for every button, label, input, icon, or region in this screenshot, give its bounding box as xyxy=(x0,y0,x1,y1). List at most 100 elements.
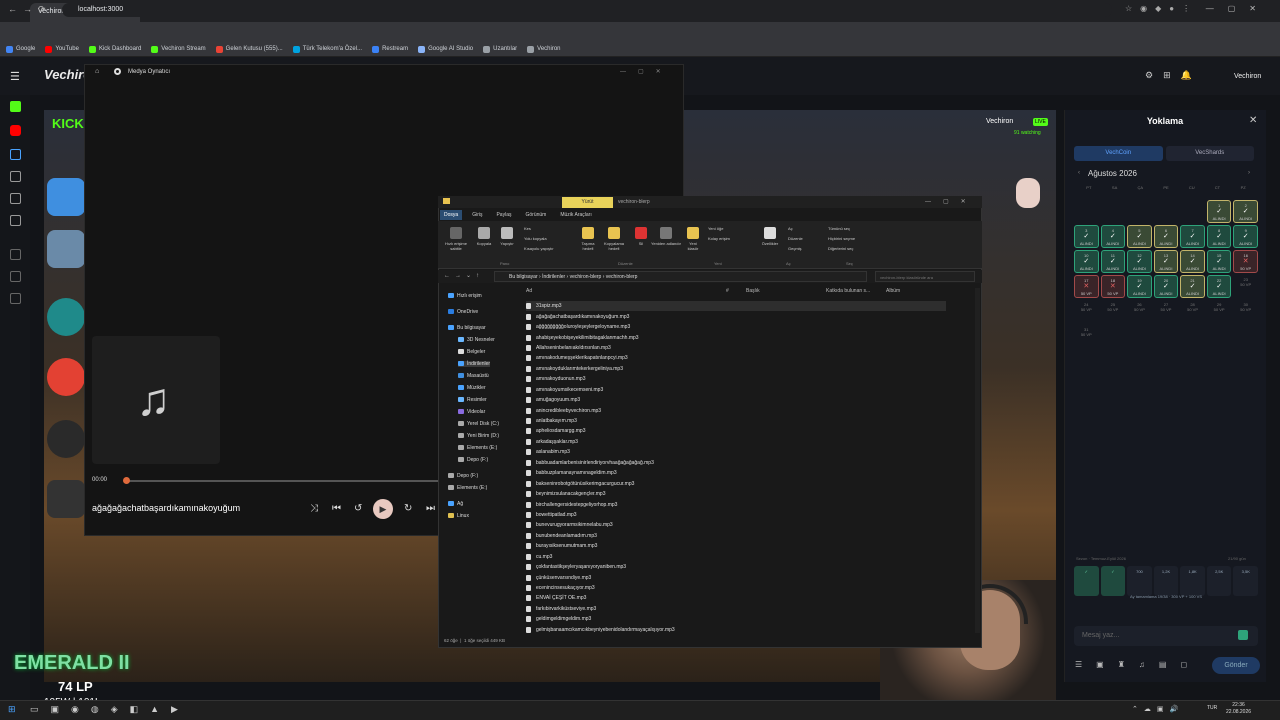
calendar-day[interactable]: 21 ✓ ALINDI xyxy=(1180,275,1205,298)
gift-icon[interactable] xyxy=(10,271,21,282)
nav-item[interactable]: Masaüstü xyxy=(458,373,489,379)
bookmark-item[interactable]: YouTube xyxy=(45,44,79,54)
music-tools-tab[interactable]: Yürüt xyxy=(562,197,613,208)
file-row[interactable]: aslanabim.mp3 xyxy=(526,447,946,457)
nav-item[interactable]: Elements (E:) xyxy=(448,485,487,491)
chat-tool-icons[interactable]: ☰▣♜♫▤◻ xyxy=(1075,660,1201,669)
nav-item[interactable]: Ağ xyxy=(448,501,463,507)
copy-path-button[interactable]: Yolu kopyala xyxy=(524,236,547,241)
nav-item[interactable]: Bu bilgisayar xyxy=(448,325,486,331)
calendar-day[interactable]: 1 ✓ ALINDI xyxy=(1206,200,1232,223)
chevron-left-icon[interactable]: ‹ xyxy=(1078,170,1080,176)
bookmark-item[interactable]: Kick Dashboard xyxy=(88,44,141,54)
menu-icon[interactable]: ☰ xyxy=(10,70,20,83)
nav-item[interactable]: Yerel Disk (C:) xyxy=(458,421,499,427)
header-icons[interactable]: ⚙⊞🔔 xyxy=(1145,70,1202,81)
calendar-day[interactable]: 5 ✓ ALINDI xyxy=(1127,225,1152,248)
user-name[interactable]: Vechiron xyxy=(1234,73,1261,80)
ribbon-tab-2[interactable]: Paylaş xyxy=(492,210,515,220)
file-row[interactable]: ağağağachatbaşardıkamınakoyuğum.mp3 xyxy=(526,311,946,321)
kick-icon[interactable] xyxy=(10,101,21,112)
calendar-day[interactable]: 30 50 VP xyxy=(1233,300,1258,323)
new-folder-button[interactable]: Yeni klasör xyxy=(684,227,702,251)
file-row[interactable]: çokfantastikşeyleryaşanıyoryaniben.mp3 xyxy=(526,562,946,572)
close-icon[interactable]: ✕ xyxy=(1249,115,1257,126)
calendar-day[interactable]: 13 ✓ ALINDI xyxy=(1153,250,1179,273)
file-row[interactable]: bowettipatlad.mp3 xyxy=(526,510,946,520)
breadcrumb-item[interactable]: vechiron-blerp xyxy=(606,274,638,280)
url-input[interactable]: localhost:3000 xyxy=(62,3,1112,17)
nav-item[interactable]: Linux xyxy=(448,513,469,519)
youtube-icon[interactable] xyxy=(10,125,21,136)
calendar-day[interactable]: 31 50 VP xyxy=(1074,325,1099,348)
ribbon-tab-4[interactable]: Müzik Araçları xyxy=(556,210,595,220)
rewind-icon[interactable]: ↺ xyxy=(354,503,362,514)
file-row[interactable]: anincredibleebyvechiron.mp3 xyxy=(526,405,946,415)
file-row[interactable]: arkadaşşaklar.mp3 xyxy=(526,437,946,447)
extension-icons[interactable]: ☆◉◆●⋮ xyxy=(1125,4,1198,13)
clock[interactable]: 22:36 22.08.2026 xyxy=(1226,702,1251,716)
calendar-day[interactable]: 6 ✓ ALINDI xyxy=(1153,225,1179,248)
calendar-day[interactable]: 9 ✓ ALINDI xyxy=(1233,225,1258,248)
calendar-day[interactable]: 19 ✓ ALINDI xyxy=(1127,275,1152,298)
monitor-icon[interactable] xyxy=(10,149,21,160)
tab-vechcoin[interactable]: VechCoin xyxy=(1074,146,1163,161)
breadcrumb-item[interactable]: Bu bilgisayar xyxy=(509,274,538,280)
file-row[interactable]: amınakoyumsikecemseni.mp3 xyxy=(526,385,946,395)
copy-button[interactable]: Kopyala xyxy=(474,227,494,246)
bookmark-item[interactable]: Google AI Studio xyxy=(418,44,473,54)
calendar-day[interactable]: 22 ✓ ALINDI xyxy=(1206,275,1232,298)
nav-item[interactable]: İndirilenler xyxy=(458,361,491,367)
bookmark-item[interactable]: Vechiron xyxy=(527,44,561,54)
calendar-day[interactable]: 3 ✓ ALINDI xyxy=(1074,225,1099,248)
history-button[interactable]: Geçmiş xyxy=(788,246,802,251)
file-row[interactable]: amuğagoyuum.mp3 xyxy=(526,395,946,405)
shop-icon[interactable] xyxy=(10,171,21,182)
nav-item[interactable]: Resimler xyxy=(458,397,487,403)
tab-vecshards[interactable]: VecShards xyxy=(1165,146,1254,161)
nav-item[interactable]: Videolar xyxy=(458,409,485,415)
file-row[interactable]: geldimgeldimgeldim.mp3 xyxy=(526,614,946,624)
bookmark-item[interactable]: Türk Telekom'a Özel... xyxy=(292,44,362,54)
cut-button[interactable]: Kes xyxy=(524,226,531,231)
previous-icon[interactable]: ⏮ xyxy=(332,503,341,514)
ribbon-tab-1[interactable]: Giriş xyxy=(468,210,486,220)
file-row[interactable]: bunubendeanlamadım.mp3 xyxy=(526,531,946,541)
path-nav-icons[interactable]: ←→⌄↑ xyxy=(444,272,484,279)
ribbon-tab-3[interactable]: Görünüm xyxy=(521,210,550,220)
media-window-controls[interactable]: —▢✕ xyxy=(620,68,673,75)
nav-item[interactable]: 3D Nesneler xyxy=(458,337,495,343)
column-title[interactable]: Başlık xyxy=(746,288,760,294)
calendar-day[interactable]: 12 ✓ ALINDI xyxy=(1127,250,1152,273)
file-row[interactable]: farkıbirvarkiküstseviye.mp3 xyxy=(526,604,946,614)
windows-start-icon[interactable]: ⊞ xyxy=(8,704,16,715)
file-row[interactable]: bakseninrobotgötünüsikerimgacurgucur.mp3 xyxy=(526,478,946,488)
file-row[interactable]: burayısiksenumutmam.mp3 xyxy=(526,541,946,551)
breadcrumb-item[interactable]: İndirilenler xyxy=(542,274,565,280)
calendar-day[interactable]: 23 50 VP xyxy=(1233,275,1258,298)
invert-selection-button[interactable]: Diğerlerini seç xyxy=(828,246,853,251)
calendar-day[interactable]: 18 ✕ 50 VP xyxy=(1100,275,1126,298)
bookmark-item[interactable]: Google xyxy=(6,44,35,54)
shuffle-icon[interactable]: ⤨ xyxy=(310,503,318,514)
ribbon-tab-0[interactable]: Dosya xyxy=(440,210,463,220)
calendar-day[interactable]: 17 ✕ 50 VP xyxy=(1074,275,1099,298)
send-button[interactable]: Gönder xyxy=(1212,657,1260,674)
home-icon[interactable]: ⌂ xyxy=(95,68,99,75)
file-row[interactable]: ahabişeyekobişeyekilimibitagaklanmachh.m… xyxy=(526,332,946,342)
chevron-right-icon[interactable]: › xyxy=(1248,170,1250,176)
calendar-day[interactable]: 25 50 VP xyxy=(1101,300,1126,323)
calendar-day[interactable]: 24 50 VP xyxy=(1074,300,1099,323)
bookmark-item[interactable]: Restream xyxy=(372,44,408,54)
file-row[interactable]: Allahseninbelanıakıldırsınlan.mp3 xyxy=(526,343,946,353)
chat-input[interactable]: Mesaj yaz... xyxy=(1074,626,1258,646)
bookmark-item[interactable]: Gelen Kutusu (555)... xyxy=(215,44,283,54)
grid-icon[interactable] xyxy=(10,249,21,260)
calendar-day[interactable]: 8 ✓ ALINDI xyxy=(1206,225,1232,248)
new-item-button[interactable]: Yeni öğe xyxy=(708,226,723,231)
nav-item[interactable]: Yeni Birim (D:) xyxy=(458,433,499,439)
easy-access-button[interactable]: Kolay erişim xyxy=(708,236,730,241)
calendar-day[interactable]: 20 ✓ ALINDI xyxy=(1153,275,1179,298)
nav-item[interactable]: Müzikler xyxy=(458,385,486,391)
rename-button[interactable]: Yeniden adlandır xyxy=(650,227,682,246)
